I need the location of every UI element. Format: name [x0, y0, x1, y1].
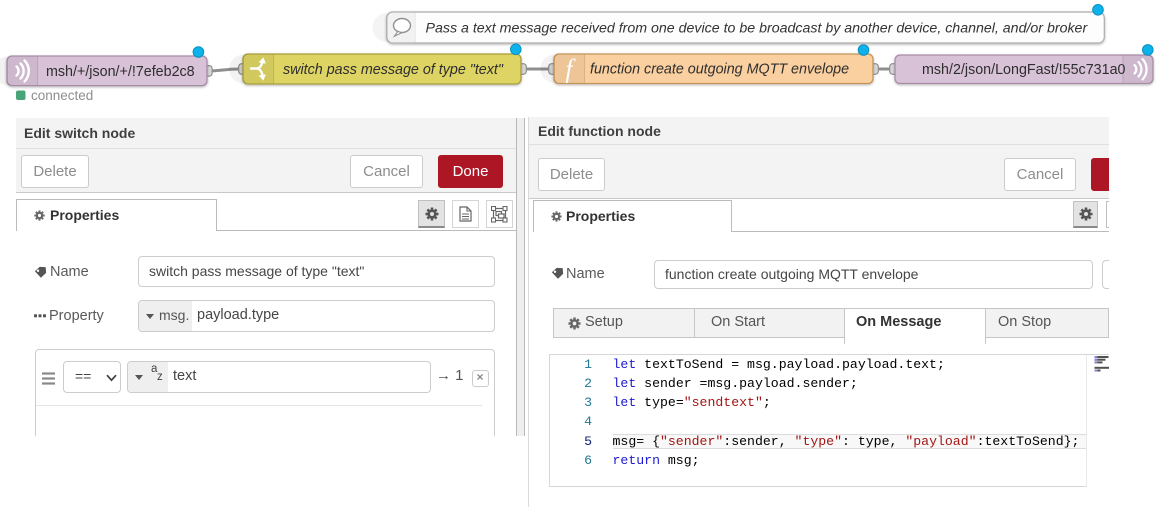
svg-text:Pass a text message received f: Pass a text message received from one de…	[426, 20, 1089, 36]
svg-text:msh/2/json/LongFast/!55c731a0: msh/2/json/LongFast/!55c731a0	[922, 62, 1126, 78]
svg-text:connected: connected	[31, 88, 93, 103]
svg-text:function create outgoing MQTT: function create outgoing MQTT envelope	[590, 62, 849, 78]
svg-text:msh/+/json/+/!7efeb2c8: msh/+/json/+/!7efeb2c8	[46, 64, 195, 80]
svg-text:switch pass message of type "t: switch pass message of type "text"	[283, 62, 504, 78]
